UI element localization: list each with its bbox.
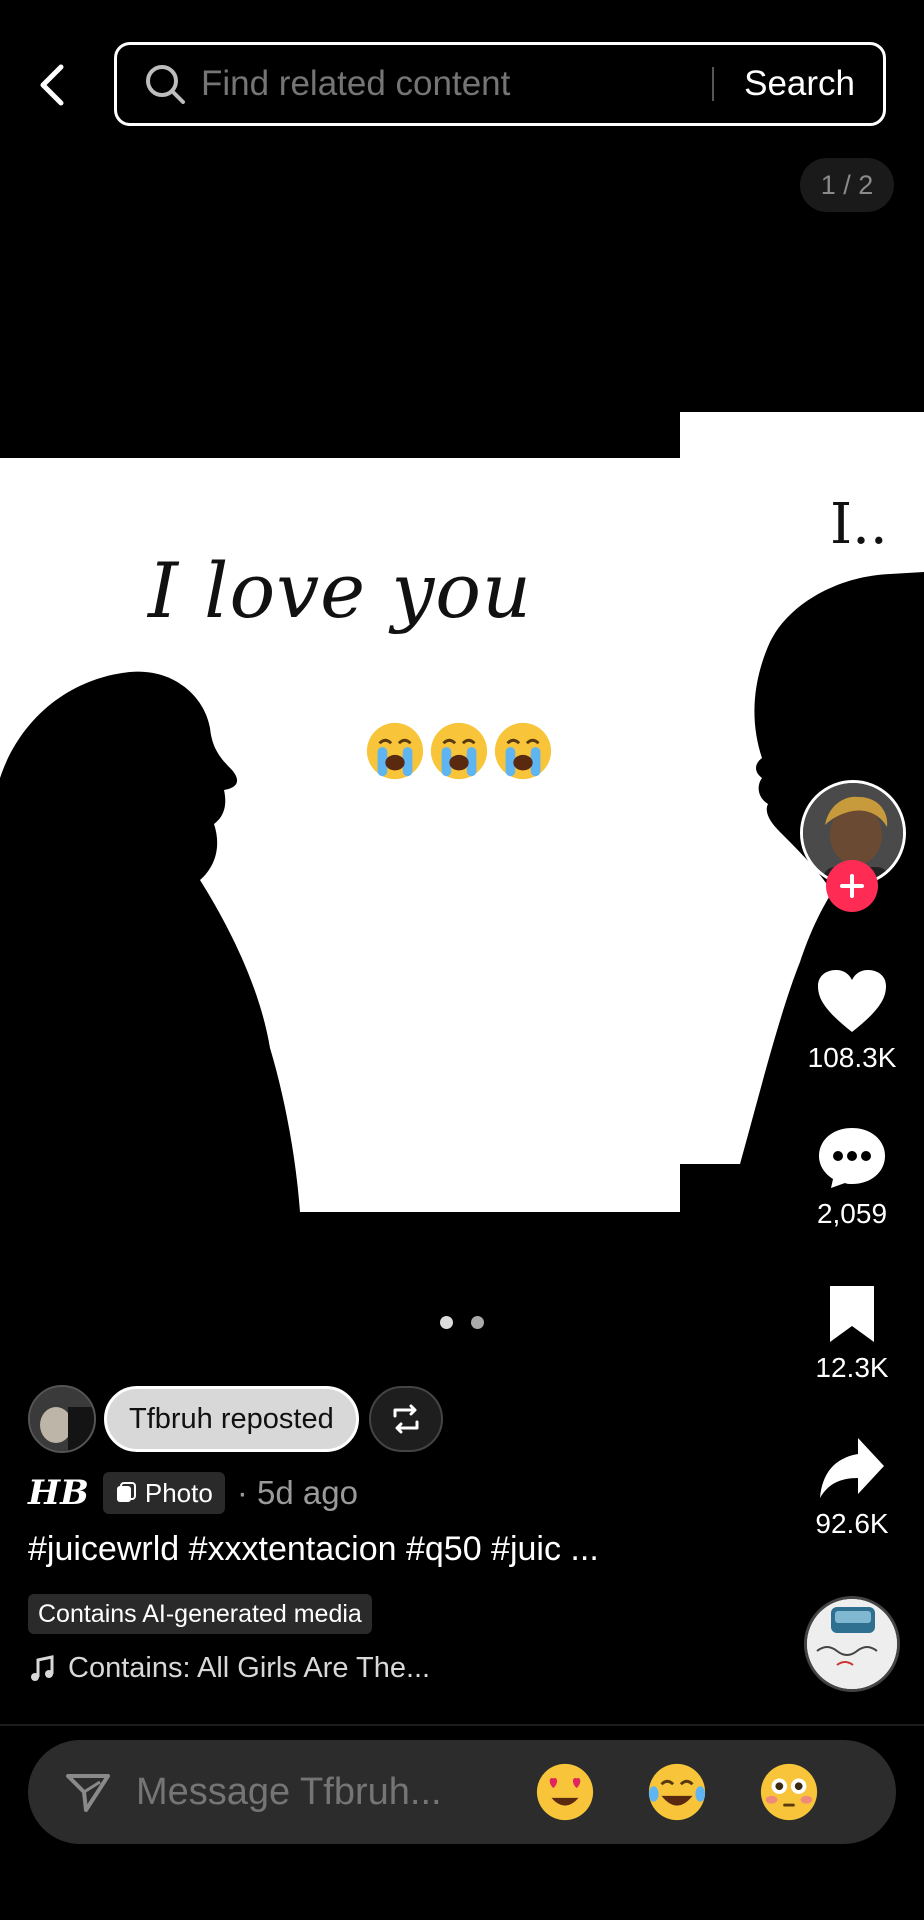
ai-generated-label[interactable]: Contains AI-generated media <box>28 1594 372 1634</box>
photo-overlay-text: I love you <box>148 546 532 635</box>
photo-edge <box>680 1164 770 1212</box>
repost-button[interactable] <box>368 1386 443 1452</box>
comment-count: 2,059 <box>816 1198 888 1229</box>
crying-face-emoji-icon <box>494 722 552 780</box>
search-button[interactable]: Search <box>744 64 855 104</box>
bottom-divider <box>0 1724 924 1726</box>
repost-icon <box>393 1404 419 1434</box>
music-title: Contains: All Girls Are The... <box>68 1652 431 1684</box>
music-cover-image <box>807 1599 897 1689</box>
share-arrow-icon <box>820 1438 884 1498</box>
like-button[interactable]: 108.3K <box>790 968 914 1074</box>
post-caption[interactable]: #juicewrld #xxxtentacion #q50 #juic ... <box>28 1530 599 1569</box>
music-note-icon <box>31 1654 54 1681</box>
search-input[interactable] <box>201 64 713 104</box>
post-time: · 5d ago <box>236 1474 358 1511</box>
post-meta: HB Photo · 5d ago <box>28 1470 358 1516</box>
search-bar[interactable]: Search <box>114 42 886 126</box>
carousel-indicator <box>440 1316 484 1329</box>
music-disc[interactable] <box>804 1596 900 1692</box>
photo-page-counter: 1 / 2 <box>800 158 894 212</box>
comment-button[interactable]: 2,059 <box>790 1126 914 1230</box>
share-button[interactable]: 92.6K <box>790 1436 914 1540</box>
heart-icon <box>818 970 886 1032</box>
repost-label[interactable]: Tfbruh reposted <box>104 1386 359 1452</box>
save-button[interactable]: 12.3K <box>790 1284 914 1384</box>
photo-type-label: Photo <box>144 1477 213 1508</box>
save-count: 12.3K <box>815 1352 889 1383</box>
share-count: 92.6K <box>815 1508 889 1539</box>
follow-button[interactable] <box>826 860 878 912</box>
bookmark-icon <box>830 1286 874 1342</box>
crying-face-emoji-icon <box>366 722 424 780</box>
photo-slide-current[interactable]: I love you <box>0 458 680 1212</box>
like-count: 108.3K <box>807 1042 897 1073</box>
repost-row: Tfbruh reposted <box>28 1384 443 1454</box>
reposter-avatar-image <box>30 1387 94 1451</box>
send-icon <box>66 1774 110 1812</box>
next-photo-text: I.. <box>830 492 888 557</box>
reposter-avatar[interactable] <box>28 1385 96 1453</box>
heart-eyes-emoji-icon[interactable] <box>534 1761 596 1823</box>
creator-username[interactable]: HB <box>28 1473 89 1513</box>
carousel-dot-2 <box>471 1316 484 1329</box>
carousel-dot-1 <box>440 1316 453 1329</box>
chevron-left-icon <box>40 64 64 106</box>
flushed-face-emoji-icon[interactable] <box>758 1761 820 1823</box>
girl-silhouette <box>0 671 300 1212</box>
message-bar[interactable] <box>28 1740 896 1844</box>
search-divider <box>712 67 715 101</box>
photo-type-badge: Photo <box>102 1472 225 1514</box>
back-button[interactable] <box>30 60 74 110</box>
plus-icon <box>840 874 864 898</box>
photo-overlay-emojis <box>364 720 554 782</box>
photo-icon <box>116 1482 136 1502</box>
message-input[interactable] <box>136 1770 516 1814</box>
comment-icon <box>819 1128 885 1188</box>
music-info[interactable]: Contains: All Girls Are The... <box>28 1652 430 1685</box>
laughing-tears-emoji-icon[interactable] <box>646 1761 708 1823</box>
crying-face-emoji-icon <box>430 722 488 780</box>
search-icon <box>143 62 187 106</box>
